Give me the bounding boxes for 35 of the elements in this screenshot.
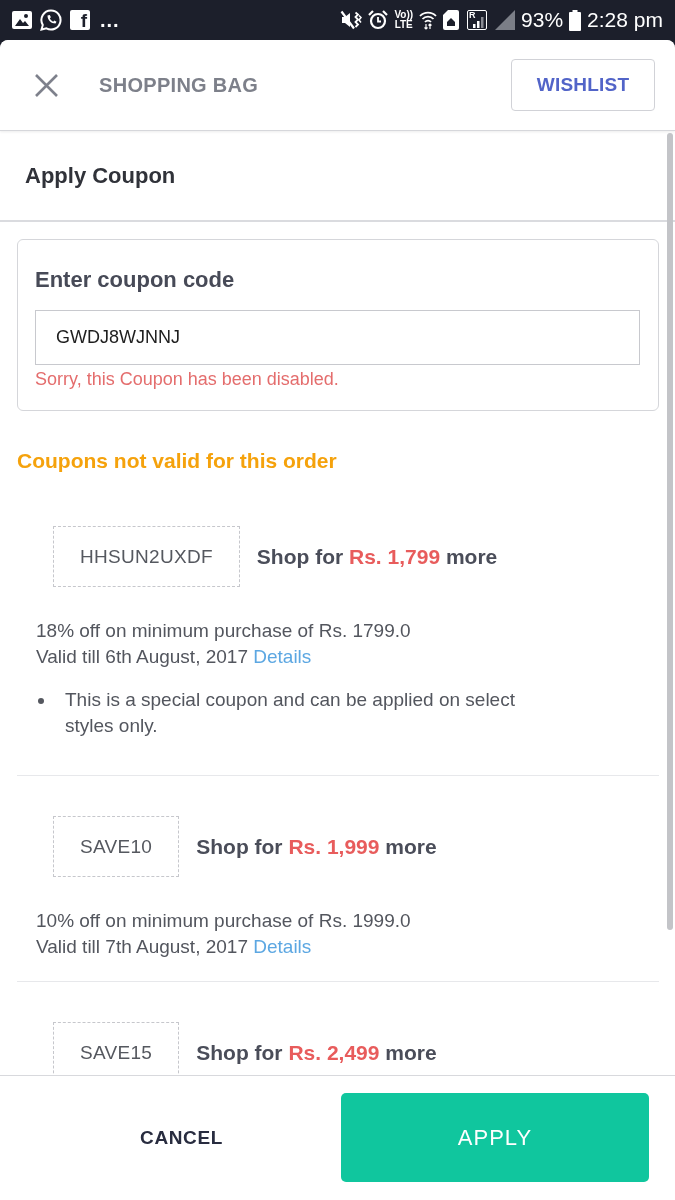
- network-type-label: Vo)): [394, 10, 414, 20]
- mute-vibrate-icon: [340, 10, 363, 30]
- app-icon: f: [70, 10, 90, 30]
- discount-description: 18% off on minimum purchase of Rs. 1799.0: [36, 619, 412, 643]
- field-label: Enter coupon code: [35, 267, 236, 293]
- section-heading: Coupons not valid for this order: [17, 449, 338, 473]
- error-message: Sorry, this Coupon has been disabled.: [35, 368, 340, 390]
- signal-icon: [495, 10, 516, 30]
- note-text: This is a special coupon and can be applied on select styles only.: [65, 688, 516, 738]
- coupon-code[interactable]: HHSUN2UXDF: [53, 526, 240, 587]
- validity-text: Valid till 7th August, 2017 Details: [36, 935, 313, 959]
- battery-icon: [569, 9, 582, 31]
- chat-bubble-icon: [40, 9, 62, 31]
- cancel-button[interactable]: CANCEL: [130, 1118, 233, 1157]
- image-icon: [12, 11, 32, 29]
- shop-more-text: Shop for Rs. 1,799 more: [256, 544, 498, 569]
- wishlist-button[interactable]: WISHLIST: [511, 59, 655, 111]
- more-notifications-text: ...: [100, 10, 120, 30]
- page-title: SHOPPING BAG: [99, 73, 259, 97]
- section-title: Apply Coupon: [25, 162, 176, 189]
- network-type-label: LTE: [394, 20, 413, 30]
- sim-card-icon: [443, 10, 460, 30]
- shop-more-text: Shop for Rs. 2,499 more: [196, 1040, 437, 1065]
- battery-percent: 93%: [521, 8, 564, 32]
- validity-text: Valid till 6th August, 2017 Details: [36, 645, 313, 669]
- clock-time: 2:28 pm: [587, 8, 663, 32]
- coupon-code-field[interactable]: GWDJ8WJNNJ: [35, 310, 640, 365]
- shop-more-text: Shop for Rs. 1,999 more: [196, 834, 437, 859]
- wifi-icon: [419, 10, 438, 30]
- discount-description: 10% off on minimum purchase of Rs. 1999.0: [36, 909, 412, 933]
- close-icon[interactable]: [35, 73, 58, 97]
- bullet-icon: [38, 698, 44, 704]
- coupon-code[interactable]: SAVE10: [53, 816, 180, 877]
- roaming-letter: R: [469, 11, 476, 20]
- alarm-clock-icon: [368, 10, 389, 30]
